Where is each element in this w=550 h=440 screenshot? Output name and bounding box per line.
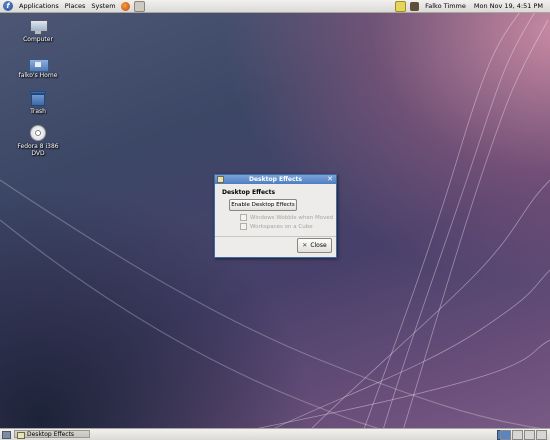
option-label: Workspaces on a Cube	[250, 223, 313, 230]
taskbar-button-desktop-effects[interactable]: Desktop Effects	[14, 430, 90, 439]
option-label: Windows Wobble when Moved	[250, 214, 334, 221]
bottom-panel: Desktop Effects	[0, 428, 550, 440]
top-panel: f Applications Places System Falko Timme…	[0, 0, 550, 13]
desktop-icon-label: Computer	[23, 36, 53, 43]
close-button[interactable]: ✕ Close	[297, 238, 332, 253]
desktop[interactable]: Computer falko's Home Trash Fedora 8 i38…	[0, 0, 550, 440]
computer-icon	[29, 20, 48, 34]
dialog-title: Desktop Effects	[248, 176, 302, 183]
close-icon[interactable]: ✕	[326, 176, 334, 183]
desktop-icon-dvd[interactable]: Fedora 8 i386 DVD	[10, 125, 66, 157]
option-wobble[interactable]: Windows Wobble when Moved	[240, 214, 333, 221]
menu-system[interactable]: System	[88, 0, 118, 12]
desktop-icon-label: Trash	[30, 108, 46, 115]
desktop-icon-label: falko's Home	[18, 72, 58, 79]
main-menu: Applications Places System	[16, 0, 119, 12]
workspace-4[interactable]	[536, 430, 547, 440]
desktop-icon-trash[interactable]: Trash	[10, 91, 66, 115]
desktop-icon-label: Fedora 8 i386 DVD	[17, 143, 59, 157]
wobble-checkbox[interactable]	[240, 214, 247, 221]
trash-icon	[30, 91, 46, 106]
workspace-2[interactable]	[512, 430, 523, 440]
option-cube[interactable]: Workspaces on a Cube	[240, 223, 313, 230]
user-name[interactable]: Falko Timme	[421, 0, 470, 12]
close-x-icon: ✕	[302, 242, 308, 249]
dialog-heading: Desktop Effects	[222, 189, 276, 196]
dialog-separator	[215, 236, 336, 237]
show-desktop-icon[interactable]	[2, 431, 11, 439]
enable-desktop-effects-button[interactable]: Enable Desktop Effects	[229, 199, 297, 211]
close-button-label: Close	[310, 242, 327, 249]
speaker-icon[interactable]	[410, 1, 420, 11]
desktop-icon-home[interactable]: falko's Home	[10, 56, 66, 79]
taskbar-button-label: Desktop Effects	[27, 431, 75, 438]
top-panel-status: Falko Timme Mon Nov 19, 4:51 PM	[393, 0, 547, 12]
dvd-icon	[30, 125, 46, 141]
workspace-switcher[interactable]	[499, 430, 547, 440]
fedora-logo-icon[interactable]: f	[3, 1, 13, 11]
cube-checkbox[interactable]	[240, 223, 247, 230]
mail-icon[interactable]	[133, 0, 145, 12]
workspace-1[interactable]	[500, 430, 511, 440]
window-app-icon	[217, 176, 224, 183]
desktop-effects-dialog: Desktop Effects ✕ Desktop Effects Enable…	[214, 174, 337, 258]
home-folder-icon	[29, 56, 49, 72]
workspace-3[interactable]	[524, 430, 535, 440]
window-app-icon	[17, 432, 25, 439]
menu-applications[interactable]: Applications	[16, 0, 62, 12]
notes-icon[interactable]	[395, 0, 407, 12]
desktop-icon-computer[interactable]: Computer	[10, 20, 66, 43]
menu-places[interactable]: Places	[62, 0, 89, 12]
clock[interactable]: Mon Nov 19, 4:51 PM	[470, 0, 547, 12]
firefox-icon[interactable]	[120, 1, 130, 11]
dialog-titlebar[interactable]: Desktop Effects ✕	[215, 175, 336, 184]
